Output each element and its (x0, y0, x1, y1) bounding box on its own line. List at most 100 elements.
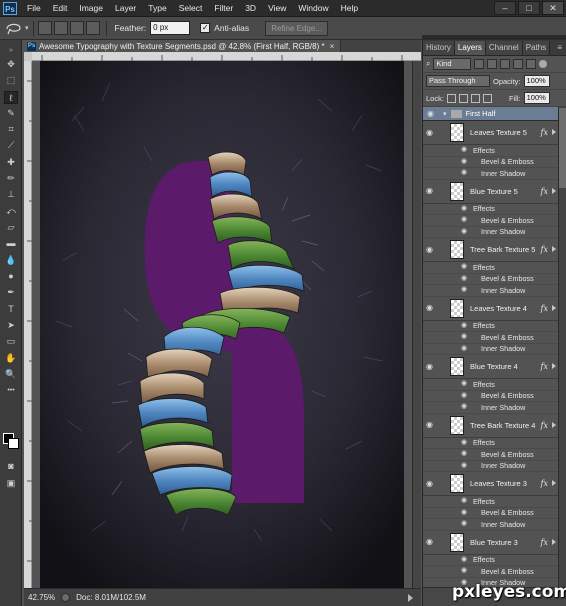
effect-row[interactable]: ◉ Bevel & Emboss (423, 332, 558, 344)
effect-row[interactable]: ◉ Inner Shadow (423, 227, 558, 238)
lock-icon[interactable] (482, 93, 492, 103)
expand-effects-icon[interactable] (552, 304, 556, 311)
effects-row[interactable]: ◉ Effects (423, 438, 558, 449)
effect-row[interactable]: ◉ Inner Shadow (423, 344, 558, 355)
expand-effects-icon[interactable] (552, 129, 556, 135)
effects-row[interactable]: ◉ Effects (423, 145, 558, 157)
eye-icon[interactable]: ◉ (426, 128, 438, 137)
effect-row[interactable]: ◉ Inner Shadow (423, 402, 558, 414)
layer-group-first-half[interactable]: ◉ ▾ First Half (423, 107, 558, 121)
fx-badge-icon[interactable]: fx (541, 362, 548, 371)
path-selection-tool-icon[interactable]: ➤ (4, 319, 18, 332)
fill-input[interactable]: 100% (523, 92, 550, 104)
vertical-ruler[interactable] (24, 61, 32, 588)
dodge-tool-icon[interactable]: ● (4, 270, 18, 283)
expand-effects-icon[interactable] (552, 538, 556, 545)
more-tools-icon[interactable]: ••• (4, 384, 18, 397)
intersect-selection-icon[interactable] (85, 21, 100, 35)
layer-row[interactable]: ◉ Leaves Texture 4 fx (423, 297, 558, 321)
minimize-button[interactable]: – (494, 1, 516, 15)
menu-select[interactable]: Select (173, 0, 209, 17)
layer-row[interactable]: ◉ Tree Bark Texture 4 fx (423, 414, 558, 438)
brush-tool-icon[interactable]: ✏ (4, 172, 18, 185)
gradient-tool-icon[interactable]: ▬ (4, 237, 18, 250)
healing-brush-tool-icon[interactable]: ✚ (4, 156, 18, 169)
eye-icon[interactable]: ◉ (426, 538, 438, 546)
lasso-tool-icon[interactable]: ℓ (4, 91, 18, 104)
ruler-corner[interactable] (24, 52, 32, 61)
effect-row[interactable]: ◉ Bevel & Emboss (423, 508, 558, 519)
lock-image-icon[interactable] (458, 93, 468, 103)
document-canvas[interactable] (32, 61, 412, 588)
history-brush-tool-icon[interactable]: ⤺ (4, 205, 18, 218)
effects-row[interactable]: ◉ Effects (423, 204, 558, 215)
effect-row[interactable]: ◉ Bevel & Emboss (423, 157, 558, 168)
screen-mode-icon[interactable]: ▣ (4, 477, 18, 490)
effects-row[interactable]: ◉ Effects (423, 262, 558, 274)
menu-window[interactable]: Window (292, 0, 334, 17)
filter-adjustment-icon[interactable] (487, 59, 498, 69)
effect-row[interactable]: ◉ Bevel & Emboss (423, 215, 558, 227)
fx-badge-icon[interactable]: fx (541, 538, 548, 547)
tab-layers[interactable]: Layers (454, 41, 486, 55)
blur-tool-icon[interactable]: 💧 (4, 254, 18, 267)
eye-icon[interactable]: ◉ (461, 205, 473, 213)
zoom-tool-icon[interactable]: 🔍 (4, 368, 18, 381)
menu-view[interactable]: View (262, 0, 292, 17)
quick-mask-icon[interactable]: ◙ (4, 460, 18, 473)
eye-icon[interactable]: ◉ (461, 169, 473, 177)
layer-row[interactable]: ◉ Tree Bark Texture 5 fx (423, 238, 558, 262)
marquee-tool-icon[interactable]: ⬚ (4, 74, 18, 87)
filter-shape-icon[interactable] (513, 59, 524, 69)
fx-badge-icon[interactable]: fx (541, 479, 548, 488)
layer-row[interactable]: ◉ Blue Texture 4 fx (423, 355, 558, 379)
layers-scrollbar-thumb[interactable] (559, 108, 566, 188)
layer-row[interactable]: ◉ Blue Texture 5 fx (423, 180, 558, 204)
filter-type-icon[interactable] (500, 59, 511, 69)
shape-tool-icon[interactable]: ▭ (4, 335, 18, 348)
new-selection-icon[interactable] (37, 21, 52, 35)
fx-badge-icon[interactable]: fx (541, 187, 548, 196)
effects-row[interactable]: ◉ Effects (423, 379, 558, 391)
quick-selection-tool-icon[interactable]: ✎ (4, 107, 18, 120)
effects-row[interactable]: ◉ Effects (423, 496, 558, 508)
lock-position-icon[interactable] (470, 93, 480, 103)
tab-paths[interactable]: Paths (522, 41, 551, 55)
group-expand-icon[interactable]: ▾ (443, 110, 447, 118)
eye-icon[interactable]: ◉ (427, 109, 439, 118)
expand-effects-icon[interactable] (552, 421, 556, 428)
lasso-tool-preset-icon[interactable] (4, 20, 24, 36)
eye-icon[interactable]: ◉ (461, 450, 473, 458)
eye-icon[interactable]: ◉ (426, 245, 438, 254)
eye-icon[interactable]: ◉ (461, 322, 473, 330)
clone-stamp-tool-icon[interactable]: ⊥ (4, 188, 18, 201)
effect-row[interactable]: ◉ Inner Shadow (423, 461, 558, 472)
status-menu-arrow-icon[interactable] (408, 593, 413, 602)
fx-badge-icon[interactable]: fx (541, 304, 548, 313)
eye-icon[interactable]: ◉ (461, 275, 473, 283)
menu-file[interactable]: File (21, 0, 47, 17)
layer-row[interactable]: ◉ Blue Texture 3 fx (423, 531, 558, 555)
toolbar-collapse-icon[interactable]: » (4, 44, 18, 57)
menu-filter[interactable]: Filter (208, 0, 239, 17)
background-color-swatch[interactable] (8, 438, 19, 449)
eye-icon[interactable]: ◉ (461, 439, 473, 447)
effect-row[interactable]: ◉ Bevel & Emboss (423, 449, 558, 461)
eye-icon[interactable]: ◉ (461, 333, 473, 341)
eye-icon[interactable]: ◉ (461, 462, 473, 470)
eye-icon[interactable]: ◉ (461, 509, 473, 517)
eyedropper-tool-icon[interactable]: ⟋ (4, 139, 18, 152)
layer-row[interactable]: ◉ Leaves Texture 3 fx (423, 472, 558, 496)
filter-toggle-icon[interactable] (539, 60, 548, 68)
status-info-icon[interactable] (61, 593, 71, 602)
menu-help[interactable]: Help (335, 0, 364, 17)
eye-icon[interactable]: ◉ (461, 158, 473, 166)
fx-badge-icon[interactable]: fx (541, 245, 548, 254)
effect-row[interactable]: ◉ Inner Shadow (423, 519, 558, 531)
eye-icon[interactable]: ◉ (426, 187, 438, 195)
effect-row[interactable]: ◉ Bevel & Emboss (423, 391, 558, 402)
expand-effects-icon[interactable] (552, 363, 556, 369)
panel-menu-icon[interactable]: ≡ (557, 41, 566, 55)
eye-icon[interactable]: ◉ (426, 362, 438, 371)
eye-icon[interactable]: ◉ (461, 567, 473, 575)
